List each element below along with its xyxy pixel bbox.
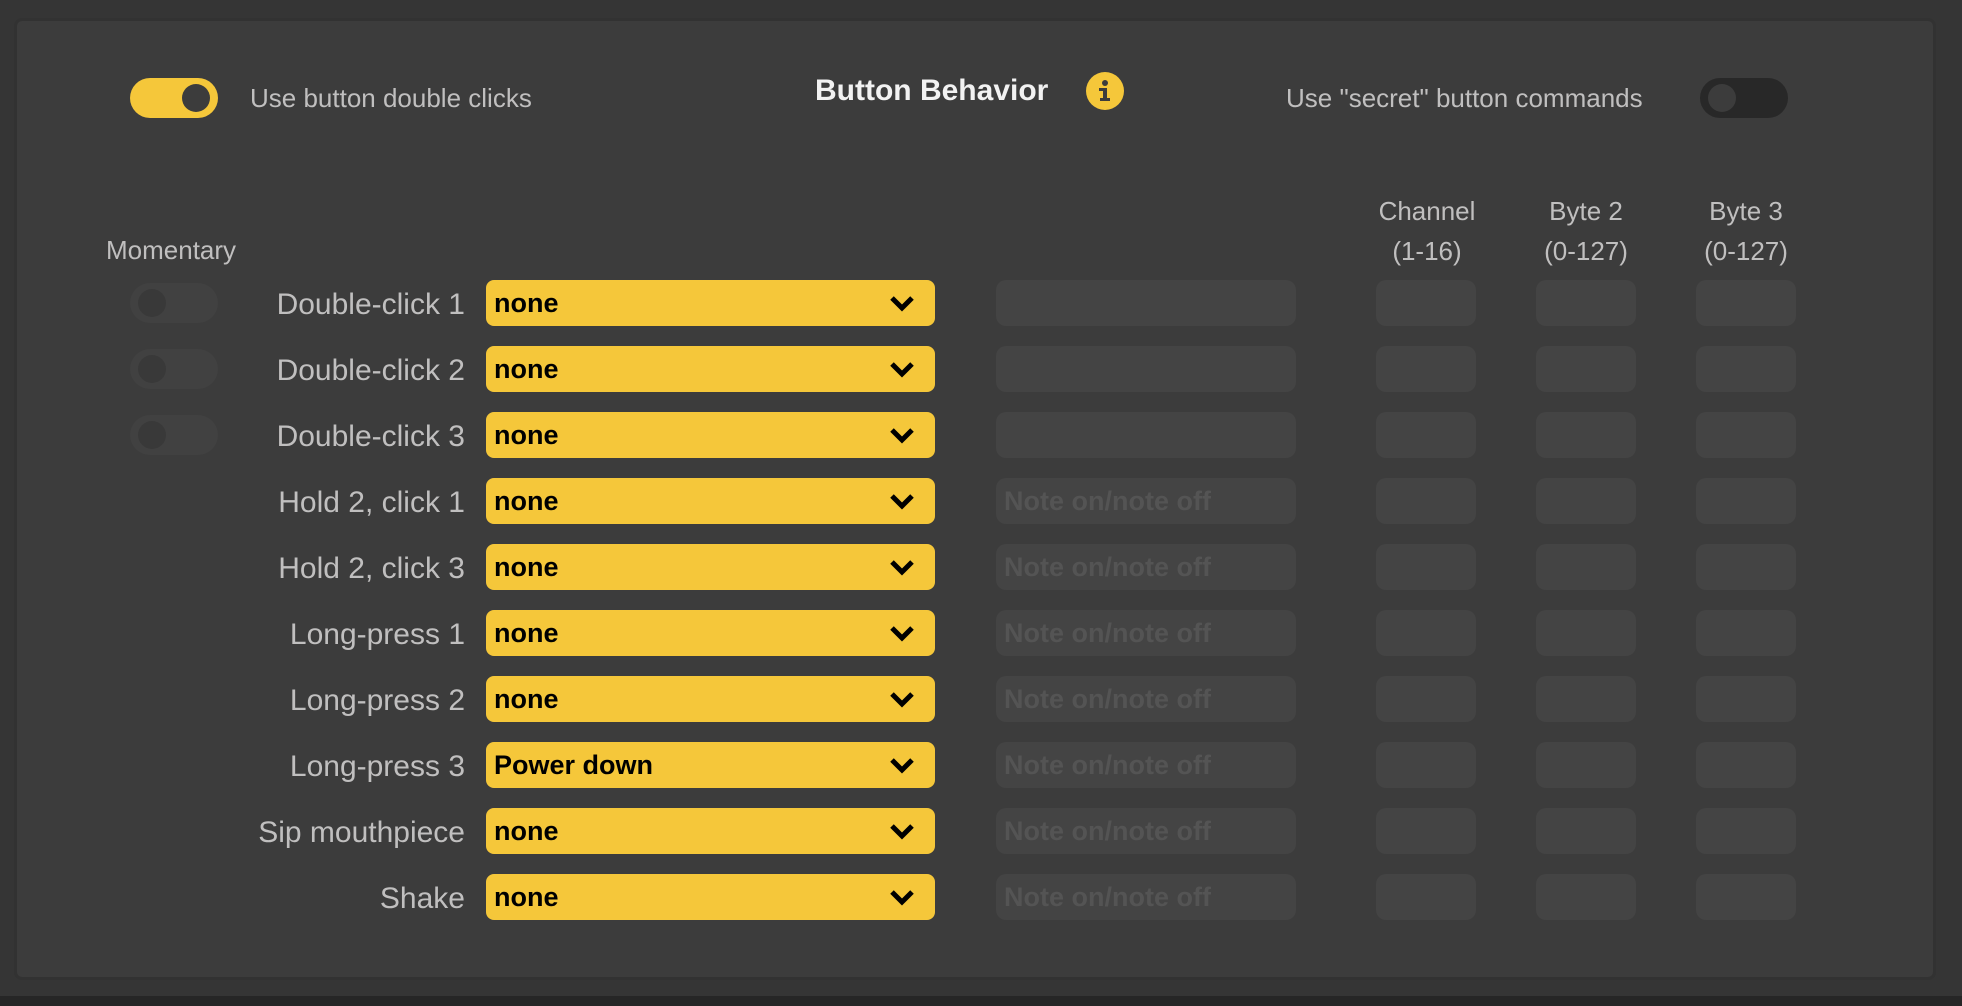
message-type-input[interactable] (996, 346, 1296, 392)
message-type-input[interactable] (996, 742, 1296, 788)
channel-input[interactable] (1376, 808, 1476, 854)
chevron-down-icon (890, 428, 914, 444)
row-label: Double-click 3 (276, 420, 465, 453)
row-label: Hold 2, click 1 (278, 486, 465, 519)
action-dropdown[interactable]: none (486, 808, 935, 854)
message-type-input[interactable] (996, 676, 1296, 722)
button-row-5: Hold 2, click 3 none (0, 544, 1962, 590)
message-type-input[interactable] (996, 874, 1296, 920)
message-type-input[interactable] (996, 610, 1296, 656)
message-type-input[interactable] (996, 412, 1296, 458)
action-dropdown[interactable]: none (486, 412, 935, 458)
message-type-input[interactable] (996, 544, 1296, 590)
row-label: Long-press 1 (289, 618, 465, 651)
byte2-input[interactable] (1536, 544, 1636, 590)
action-dropdown-value: none (494, 353, 559, 384)
chevron-down-icon (890, 494, 914, 510)
action-dropdown[interactable]: none (486, 478, 935, 524)
chevron-down-icon (890, 890, 914, 906)
row-label: Double-click 1 (276, 288, 465, 321)
row-label: Long-press 2 (289, 684, 465, 717)
action-dropdown[interactable]: none (486, 610, 935, 656)
action-dropdown-value: none (494, 881, 559, 912)
toggle-knob (138, 421, 166, 449)
byte3-input[interactable] (1696, 742, 1796, 788)
button-row-2: Double-click 2 none (0, 346, 1962, 392)
chevron-down-icon (890, 296, 914, 312)
row-enable-toggle[interactable] (130, 283, 218, 323)
chevron-down-icon (890, 692, 914, 708)
channel-input[interactable] (1376, 280, 1476, 326)
toggle-knob (138, 355, 166, 383)
chevron-down-icon (890, 362, 914, 378)
button-row-10: Shake none (0, 874, 1962, 920)
channel-input[interactable] (1376, 742, 1476, 788)
chevron-down-icon (890, 626, 914, 642)
button-row-4: Hold 2, click 1 none (0, 478, 1962, 524)
row-label: Sip mouthpiece (258, 816, 465, 849)
byte2-input[interactable] (1536, 346, 1636, 392)
byte3-input[interactable] (1696, 874, 1796, 920)
byte3-input[interactable] (1696, 346, 1796, 392)
message-type-input[interactable] (996, 808, 1296, 854)
byte3-input[interactable] (1696, 478, 1796, 524)
action-dropdown[interactable]: none (486, 346, 935, 392)
action-dropdown[interactable]: Power down (486, 742, 935, 788)
byte2-input[interactable] (1536, 610, 1636, 656)
byte3-input[interactable] (1696, 280, 1796, 326)
row-enable-toggle[interactable] (130, 415, 218, 455)
action-dropdown-value: none (494, 419, 559, 450)
toggle-knob (138, 289, 166, 317)
button-row-9: Sip mouthpiece none (0, 808, 1962, 854)
row-label: Long-press 3 (289, 750, 465, 783)
chevron-down-icon (890, 824, 914, 840)
button-row-6: Long-press 1 none (0, 610, 1962, 656)
action-dropdown[interactable]: none (486, 544, 935, 590)
action-dropdown-value: none (494, 815, 559, 846)
row-enable-toggle[interactable] (130, 349, 218, 389)
channel-input[interactable] (1376, 676, 1476, 722)
byte2-input[interactable] (1536, 676, 1636, 722)
byte2-input[interactable] (1536, 478, 1636, 524)
byte2-input[interactable] (1536, 874, 1636, 920)
button-row-1: Double-click 1 none (0, 280, 1962, 326)
button-row-3: Double-click 3 none (0, 412, 1962, 458)
byte3-input[interactable] (1696, 544, 1796, 590)
row-label: Double-click 2 (276, 354, 465, 387)
action-dropdown-value: none (494, 485, 559, 516)
row-label: Hold 2, click 3 (278, 552, 465, 585)
byte3-input[interactable] (1696, 808, 1796, 854)
byte2-input[interactable] (1536, 808, 1636, 854)
byte3-input[interactable] (1696, 676, 1796, 722)
channel-input[interactable] (1376, 610, 1476, 656)
channel-input[interactable] (1376, 874, 1476, 920)
byte2-input[interactable] (1536, 742, 1636, 788)
button-row-7: Long-press 2 none (0, 676, 1962, 722)
channel-input[interactable] (1376, 412, 1476, 458)
message-type-input[interactable] (996, 280, 1296, 326)
message-type-input[interactable] (996, 478, 1296, 524)
action-dropdown-value: none (494, 551, 559, 582)
action-dropdown-value: none (494, 683, 559, 714)
row-label: Shake (379, 882, 465, 915)
byte2-input[interactable] (1536, 412, 1636, 458)
button-behavior-panel: Use button double clicks Button Behavior… (14, 18, 1936, 980)
button-rows: Double-click 1 none Double-click 2 none … (0, 0, 1962, 1006)
channel-input[interactable] (1376, 346, 1476, 392)
action-dropdown-value: Power down (494, 749, 654, 780)
action-dropdown[interactable]: none (486, 874, 935, 920)
action-dropdown-value: none (494, 617, 559, 648)
byte3-input[interactable] (1696, 412, 1796, 458)
byte2-input[interactable] (1536, 280, 1636, 326)
byte3-input[interactable] (1696, 610, 1796, 656)
action-dropdown[interactable]: none (486, 676, 935, 722)
channel-input[interactable] (1376, 544, 1476, 590)
channel-input[interactable] (1376, 478, 1476, 524)
chevron-down-icon (890, 560, 914, 576)
button-row-8: Long-press 3 Power down (0, 742, 1962, 788)
action-dropdown-value: none (494, 287, 559, 318)
action-dropdown[interactable]: none (486, 280, 935, 326)
chevron-down-icon (890, 758, 914, 774)
